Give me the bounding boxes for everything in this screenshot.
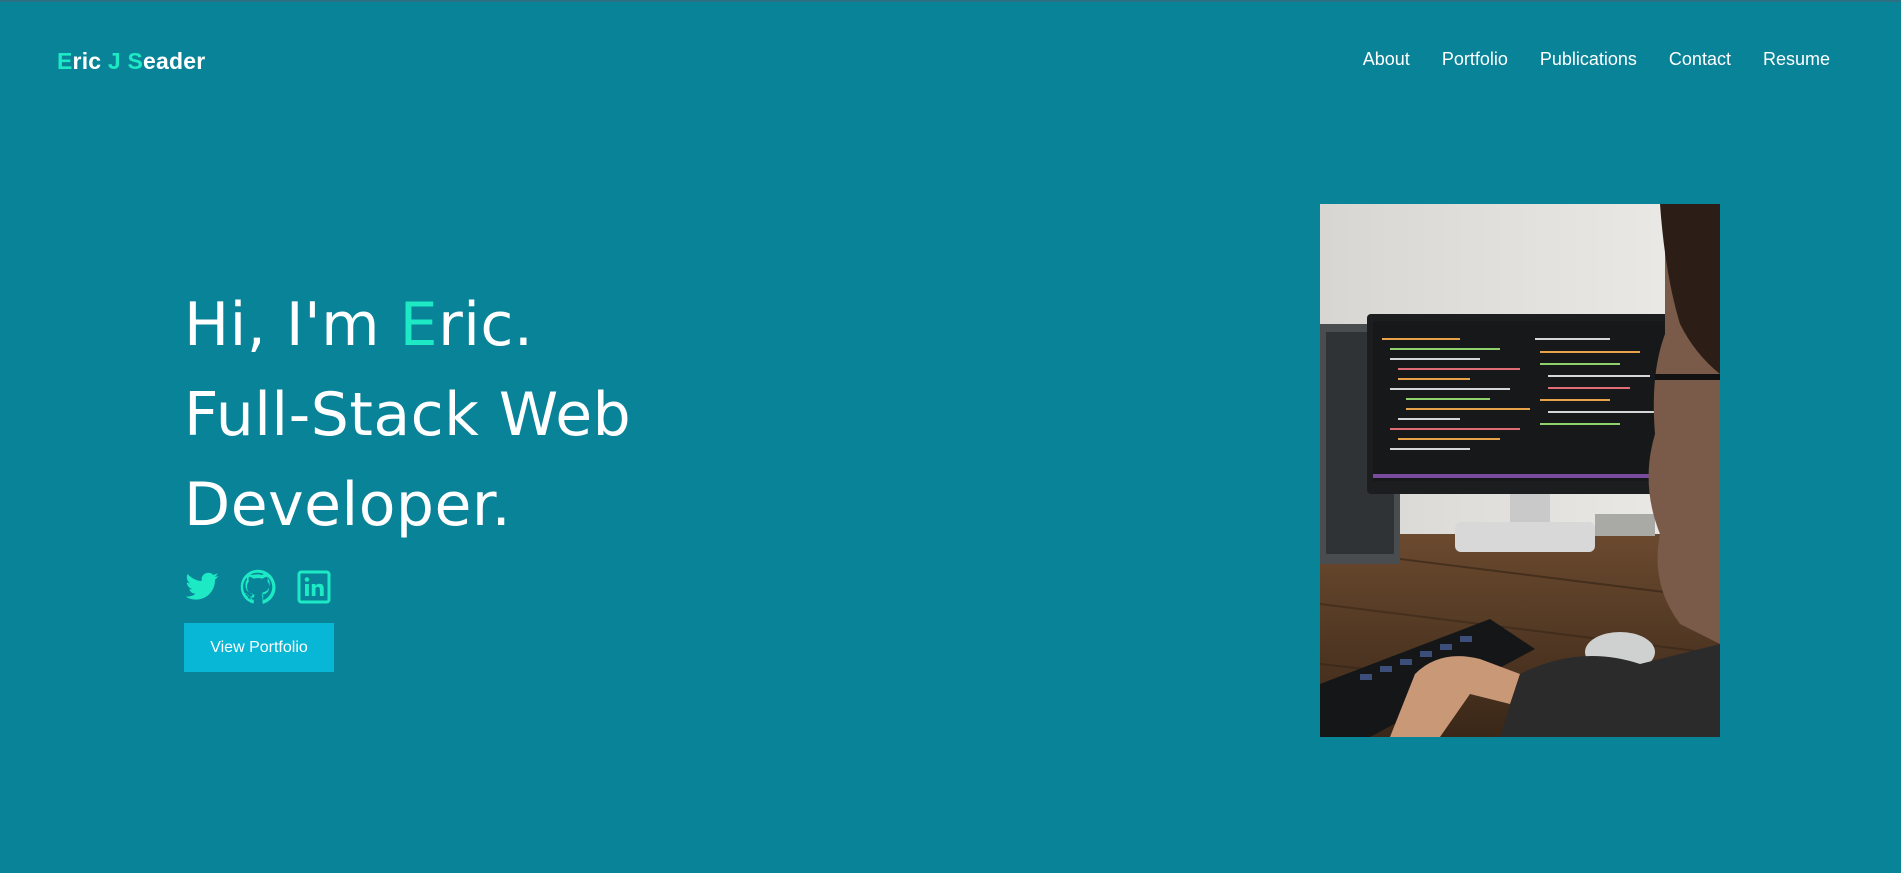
- hero-heading: Hi, I'm Eric. Full-Stack Web Developer.: [184, 280, 631, 550]
- social-links: [184, 569, 332, 605]
- twitter-icon[interactable]: [184, 569, 220, 605]
- logo-letter-j: J: [107, 48, 121, 74]
- logo-text-eader: eader: [143, 48, 206, 74]
- logo-letter-e: E: [57, 48, 73, 74]
- hero-line-1: Hi, I'm Eric.: [184, 280, 631, 370]
- nav-contact[interactable]: Contact: [1669, 49, 1731, 70]
- hero-greeting: Hi, I'm: [184, 290, 400, 360]
- hero-photo: [1320, 204, 1720, 737]
- nav-about[interactable]: About: [1363, 49, 1410, 70]
- site-logo[interactable]: Eric J Seader: [57, 48, 205, 75]
- hero-line-3: Developer.: [184, 470, 512, 540]
- github-icon[interactable]: [240, 569, 276, 605]
- nav-publications[interactable]: Publications: [1540, 49, 1637, 70]
- view-portfolio-button[interactable]: View Portfolio: [184, 623, 334, 672]
- hero-name-initial: E: [399, 290, 439, 360]
- linkedin-icon[interactable]: [296, 569, 332, 605]
- logo-text-ric: ric: [72, 48, 108, 74]
- logo-letter-s: S: [127, 48, 144, 74]
- top-border: [0, 0, 1901, 2]
- hero-name-rest: ric.: [438, 290, 534, 360]
- nav-portfolio[interactable]: Portfolio: [1442, 49, 1508, 70]
- hero-line-2: Full-Stack Web: [184, 380, 632, 450]
- main-nav: About Portfolio Publications Contact Res…: [1363, 49, 1830, 70]
- nav-resume[interactable]: Resume: [1763, 49, 1830, 70]
